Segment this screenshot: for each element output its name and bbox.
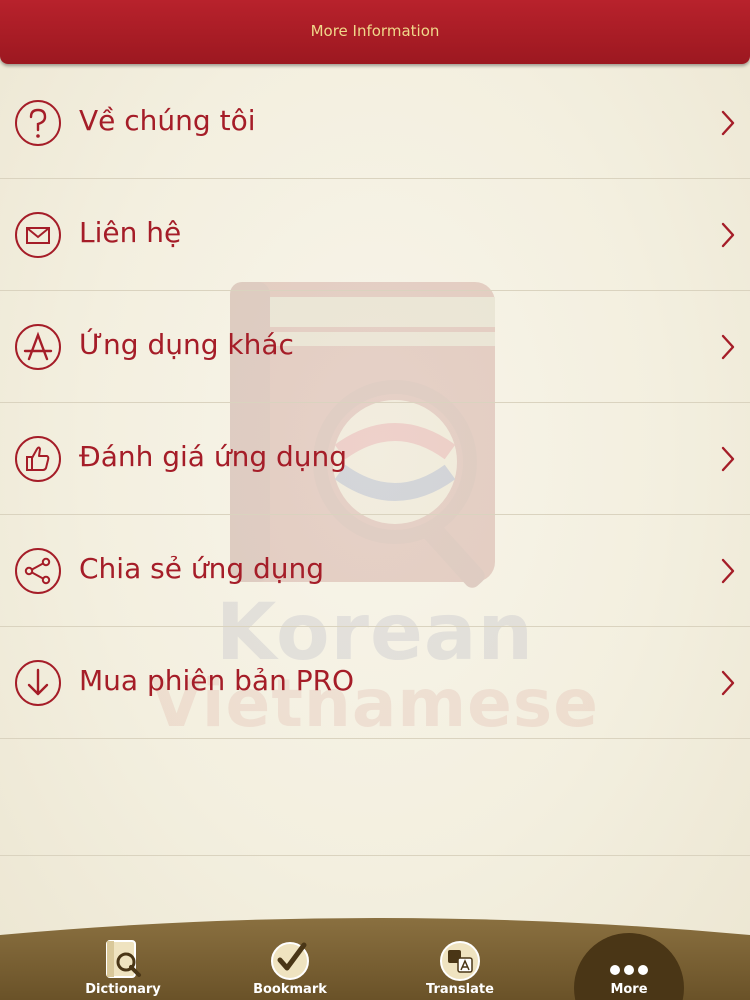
tab-label: Dictionary: [85, 982, 161, 997]
chevron-right-icon: [721, 446, 735, 472]
question-icon: [15, 100, 61, 146]
menu-item-buy-pro[interactable]: Mua phiên bản PRO: [0, 627, 750, 739]
menu-item-rate-app[interactable]: Đánh giá ứng dụng: [0, 403, 750, 515]
tab-label: Bookmark: [253, 982, 327, 997]
menu-item-label: Chia sẻ ứng dụng: [79, 552, 325, 585]
menu-item-label: Ứng dụng khác: [79, 328, 294, 361]
menu-item-about-us[interactable]: Về chúng tôi: [0, 67, 750, 179]
tab-translate[interactable]: Translate: [400, 935, 520, 1000]
chevron-right-icon: [721, 670, 735, 696]
menu-item-label: Mua phiên bản PRO: [79, 664, 355, 697]
nav-header: More Information: [0, 0, 750, 64]
chevron-right-icon: [721, 222, 735, 248]
bookmark-check-icon: [271, 942, 309, 980]
download-icon: [15, 660, 61, 706]
menu-item-label: Về chúng tôi: [79, 104, 256, 137]
tab-bar: Dictionary Bookmark Translate More: [0, 905, 750, 1000]
chevron-right-icon: [721, 334, 735, 360]
menu-item-contact[interactable]: Liên hệ: [0, 179, 750, 291]
tab-label: More: [610, 982, 648, 997]
tab-more[interactable]: More: [569, 935, 689, 1000]
menu-item-label: Đánh giá ứng dụng: [79, 440, 348, 473]
chevron-right-icon: [721, 110, 735, 136]
page-title: More Information: [310, 22, 440, 40]
app-store-icon: [15, 324, 61, 370]
menu-list: Về chúng tôi Liên hệ Ứng dụng khác Đánh …: [0, 67, 750, 739]
menu-item-share-app[interactable]: Chia sẻ ứng dụng: [0, 515, 750, 627]
menu-item-label: Liên hệ: [79, 216, 182, 249]
tab-dictionary[interactable]: Dictionary: [63, 935, 183, 1000]
tab-label: Translate: [426, 982, 494, 997]
more-dots-icon: [610, 965, 648, 975]
translate-icon: [440, 941, 480, 981]
tab-bookmark[interactable]: Bookmark: [230, 935, 350, 1000]
empty-list-row: [0, 743, 750, 856]
menu-item-other-apps[interactable]: Ứng dụng khác: [0, 291, 750, 403]
thumbs-up-icon: [15, 436, 61, 482]
chevron-right-icon: [721, 558, 735, 584]
envelope-icon: [15, 212, 61, 258]
share-icon: [15, 548, 61, 594]
dictionary-icon: [106, 940, 141, 978]
